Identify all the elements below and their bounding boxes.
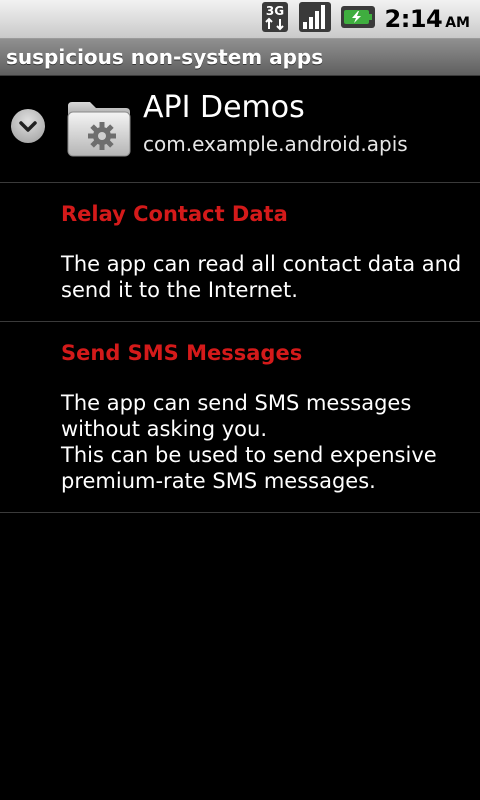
permission-title: Send SMS Messages [61, 341, 303, 365]
svg-text:3G: 3G [265, 4, 283, 18]
folder-gear-icon [66, 100, 132, 162]
permission-title: Relay Contact Data [61, 202, 288, 226]
app-name: API Demos [143, 90, 305, 125]
page-title: suspicious non-system apps [6, 45, 324, 69]
chevron-down-icon [19, 121, 37, 132]
divider [0, 182, 480, 183]
signal-strength-icon [298, 2, 331, 36]
app-header-row[interactable]: API Demos com.example.android.apis [0, 76, 480, 182]
3g-data-icon: 3G [261, 1, 289, 37]
expand-collapse-button[interactable] [11, 109, 45, 143]
permission-description: The app can read all contact data and se… [61, 252, 462, 302]
divider [0, 321, 480, 322]
divider [0, 512, 480, 513]
clock-ampm: AM [445, 15, 470, 31]
status-bar: 3G 2:14 AM [0, 0, 480, 39]
battery-charging-icon [340, 6, 375, 32]
clock-time: 2:14 [384, 5, 443, 33]
permission-description: The app can send SMS messages without as… [61, 391, 437, 493]
app-package: com.example.android.apis [143, 132, 408, 156]
title-bar: suspicious non-system apps [0, 39, 480, 76]
status-icons: 3G 2:14 AM [261, 2, 470, 36]
clock: 2:14 AM [385, 5, 470, 33]
